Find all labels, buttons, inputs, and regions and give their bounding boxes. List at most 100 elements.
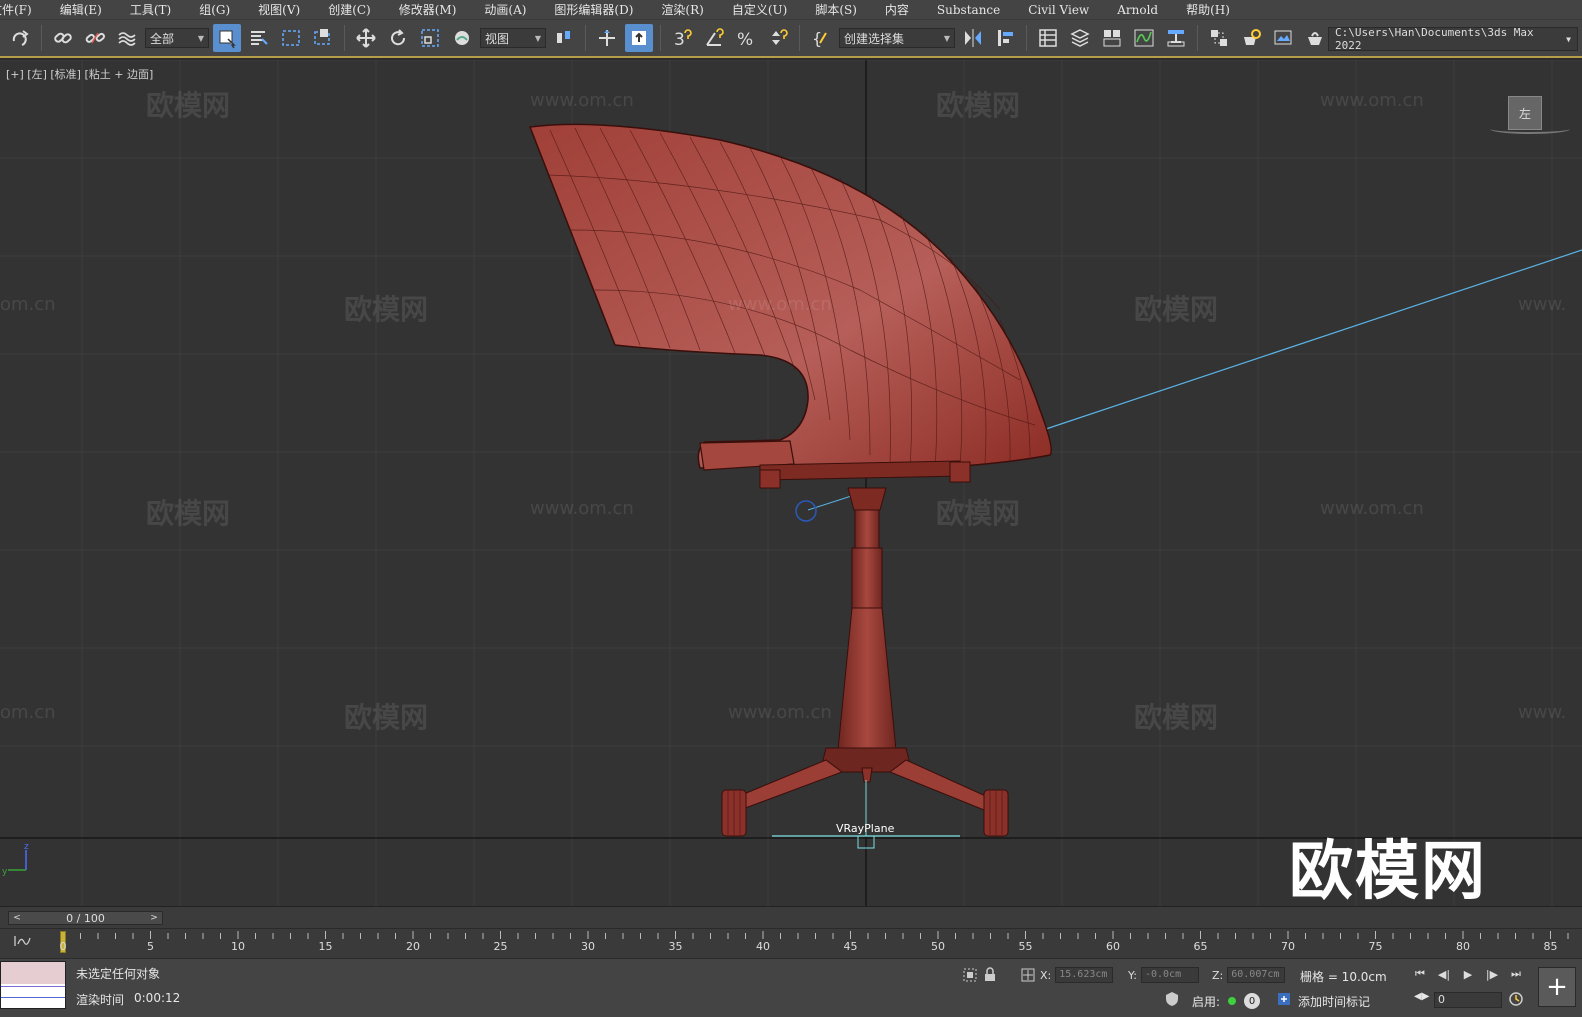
absolute-mode-icon[interactable] (1020, 967, 1036, 983)
project-path-field[interactable]: C:\Users\Han\Documents\3ds Max 2022 ▼ (1328, 26, 1578, 52)
x-coordinate-field[interactable]: 15.623cm (1055, 967, 1114, 983)
light-target-icon[interactable] (795, 500, 817, 522)
menu-item[interactable]: 动画(A) (470, 0, 540, 20)
go-to-start-icon[interactable]: ⏮ (1410, 965, 1430, 983)
menu-item[interactable]: 视图(V) (244, 0, 314, 20)
viewcube-compass-ring[interactable] (1490, 124, 1570, 134)
curve-editor-mini-icon[interactable] (14, 935, 32, 950)
watermark-text: 欧模网 (1134, 293, 1219, 326)
select-object-icon[interactable] (213, 24, 241, 52)
isolate-selection-icon[interactable] (962, 967, 978, 983)
unlink-icon[interactable] (81, 24, 109, 52)
frame-tick-label: 40 (756, 940, 770, 953)
enable-status-dot[interactable] (1228, 997, 1236, 1005)
place-object-icon[interactable] (448, 24, 476, 52)
time-slider-next-button[interactable]: > (148, 913, 160, 923)
angle-snap-icon[interactable] (700, 24, 728, 52)
spinner-snap-icon[interactable] (764, 24, 792, 52)
pivot-center-icon[interactable] (550, 24, 578, 52)
bind-space-warp-icon[interactable] (113, 24, 141, 52)
time-tag-icon[interactable] (1276, 991, 1292, 1010)
time-config-icon[interactable] (1508, 991, 1524, 1010)
track-bar[interactable]: 0 5 10 15 20 25 30 35 40 45 50 55 60 65 70 75 80 85 (0, 928, 1582, 958)
menu-bar: 文件(F)编辑(E)工具(T)组(G)视图(V)创建(C)修改器(M)动画(A)… (0, 0, 1582, 20)
selection-filter-dropdown[interactable]: 全部 ▼ (145, 28, 209, 48)
menu-item[interactable]: 组(G) (185, 0, 244, 20)
redo-icon[interactable] (6, 24, 34, 52)
frame-tick-label: 70 (1281, 940, 1295, 953)
schematic-view-icon[interactable] (1162, 24, 1190, 52)
seat-bracket-left (759, 469, 781, 489)
rectangle-selection-icon[interactable] (277, 24, 305, 52)
time-slider-thumb[interactable]: < 0 / 100 > (8, 911, 163, 925)
render-setup-icon[interactable] (1237, 24, 1265, 52)
y-coordinate-field[interactable]: -0.0cm (1140, 967, 1199, 983)
next-frame-icon[interactable]: |▶︎ (1482, 965, 1502, 983)
chair-model[interactable] (528, 123, 1052, 837)
menu-item[interactable]: Substance (923, 0, 1014, 20)
menu-item[interactable]: Civil View (1014, 0, 1103, 20)
menu-item[interactable]: 文件(F) (0, 0, 46, 20)
align-icon[interactable] (991, 24, 1019, 52)
select-by-name-icon[interactable] (245, 24, 273, 52)
svg-text:{: { (812, 29, 822, 48)
move-icon[interactable] (352, 24, 380, 52)
edit-named-selection-icon[interactable]: { (807, 24, 835, 52)
frame-tick-label: 75 (1368, 940, 1383, 953)
viewport-label[interactable]: [+] [左] [标准] [粘土 + 边面] (6, 66, 153, 82)
reference-coord-dropdown[interactable]: 视图 ▼ (480, 28, 546, 48)
material-editor-icon[interactable] (1205, 24, 1233, 52)
frame-ruler[interactable]: 0 5 10 15 20 25 30 35 40 45 50 55 60 65 70 75 80 85 (60, 929, 1582, 959)
add-time-tag-button[interactable]: 添加时间标记 (1298, 993, 1370, 1010)
create-plus-button[interactable]: + (1538, 967, 1576, 1007)
menu-item[interactable]: 帮助(H) (1172, 0, 1244, 20)
previous-frame-icon[interactable]: ◀︎| (1434, 965, 1454, 983)
rendered-frame-window-icon[interactable] (1269, 24, 1297, 52)
menu-item[interactable]: 修改器(M) (385, 0, 471, 20)
menu-item[interactable]: 图形编辑器(D) (540, 0, 647, 20)
layer-explorer-icon[interactable] (1066, 24, 1094, 52)
absolute-mode-toggle[interactable]: X: 15.623cm (1020, 967, 1114, 983)
link-icon[interactable] (49, 24, 77, 52)
menu-item[interactable]: 创建(C) (314, 0, 385, 20)
time-slider-prev-button[interactable]: < (11, 913, 23, 923)
percent-snap-icon[interactable]: % (732, 24, 760, 52)
z-coordinate-field[interactable]: 60.007cm (1227, 967, 1286, 983)
menu-item[interactable]: 内容 (871, 0, 923, 20)
current-frame-field[interactable]: 0 (1434, 992, 1502, 1008)
curve-editor-icon[interactable] (1130, 24, 1158, 52)
scene-explorer-icon[interactable] (1034, 24, 1062, 52)
frame-tick-label: 15 (318, 940, 333, 953)
play-icon[interactable]: ▶ (1458, 965, 1478, 983)
scale-icon[interactable] (416, 24, 444, 52)
toolbar-separator (1197, 25, 1198, 51)
snaps-toggle-icon[interactable]: 3 (668, 24, 696, 52)
left-viewport[interactable]: z y [+] [左] [标准] [粘土 + 边面] 欧模网 www.om.cn… (0, 60, 1582, 906)
lock-icon[interactable] (982, 967, 998, 983)
window-crossing-icon[interactable] (309, 24, 337, 52)
menu-item[interactable]: 渲染(R) (647, 0, 717, 20)
rotate-icon[interactable] (384, 24, 412, 52)
menu-item[interactable]: 自定义(U) (718, 0, 801, 20)
frame-spinner-arrows-icon[interactable]: ◀▶ (1414, 991, 1429, 1002)
select-manipulate-icon[interactable] (593, 24, 621, 52)
menu-item[interactable]: 编辑(E) (46, 0, 116, 20)
menu-item[interactable]: 工具(T) (116, 0, 185, 20)
time-slider[interactable]: < 0 / 100 > (0, 906, 1582, 928)
main-toolbar: 全部 ▼ 视图 ▼ 3 % { 创建选择集 ▼ C:\Users\Han\Docume… (0, 20, 1582, 58)
mirror-icon[interactable] (959, 24, 987, 52)
named-selection-dropdown[interactable]: 创建选择集 ▼ (839, 28, 955, 48)
keyboard-shortcut-override-icon[interactable] (625, 24, 653, 52)
grid-size-readout: 栅格 = 10.0cm (1300, 970, 1387, 984)
menu-item[interactable]: 脚本(S) (801, 0, 871, 20)
shield-icon[interactable] (1164, 991, 1180, 1010)
toggle-ribbon-icon[interactable] (1098, 24, 1126, 52)
watermark-url: www.om.cn (530, 498, 634, 519)
watermark-url-right: www. (1518, 702, 1567, 723)
menu-item[interactable]: Arnold (1103, 0, 1172, 20)
frame-tick-label: 20 (406, 940, 420, 953)
maxscript-mini-listener[interactable] (0, 961, 66, 1009)
go-to-end-icon[interactable]: ⏭ (1506, 965, 1526, 983)
status-bar: 未选定任何对象 渲染时间 0:00:12 X: 15.623cm Y: -0.0… (0, 958, 1582, 1017)
render-production-icon[interactable] (1301, 24, 1329, 52)
